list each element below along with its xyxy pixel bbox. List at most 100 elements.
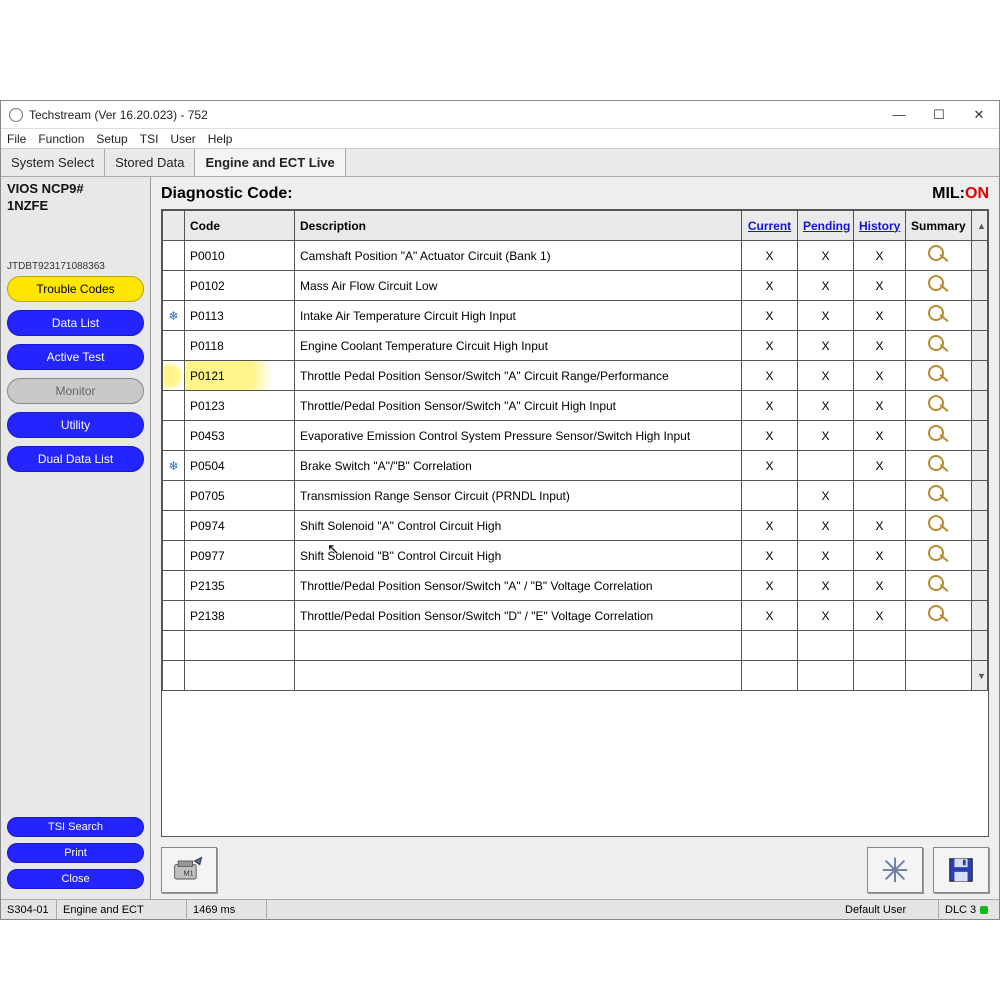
dtc-summary[interactable] bbox=[906, 361, 972, 391]
menu-tsi[interactable]: TSI bbox=[140, 132, 159, 146]
dtc-code: P0504 bbox=[185, 451, 295, 481]
dtc-summary[interactable] bbox=[906, 421, 972, 451]
dtc-description: Camshaft Position "A" Actuator Circuit (… bbox=[295, 241, 742, 271]
dtc-summary[interactable] bbox=[906, 451, 972, 481]
scroll-up-icon[interactable]: ▲ bbox=[972, 211, 988, 241]
table-row[interactable]: P2138Throttle/Pedal Position Sensor/Swit… bbox=[163, 601, 988, 631]
scrollbar-track[interactable] bbox=[972, 451, 988, 481]
table-row[interactable]: P0977Shift Solenoid "B" Control Circuit … bbox=[163, 541, 988, 571]
dtc-description: Shift Solenoid "A" Control Circuit High bbox=[295, 511, 742, 541]
maximize-button[interactable]: ☐ bbox=[919, 101, 959, 129]
scrollbar-track[interactable] bbox=[972, 481, 988, 511]
scroll-down-icon[interactable]: ▼ bbox=[972, 661, 988, 691]
table-row[interactable] bbox=[163, 631, 988, 661]
scrollbar-track[interactable] bbox=[972, 241, 988, 271]
dtc-current: X bbox=[742, 571, 798, 601]
minimize-button[interactable]: — bbox=[879, 101, 919, 129]
dtc-summary[interactable] bbox=[906, 511, 972, 541]
dtc-pending: X bbox=[798, 241, 854, 271]
freeze-frame-icon bbox=[163, 541, 185, 571]
dtc-summary[interactable] bbox=[906, 541, 972, 571]
dtc-code: P0977 bbox=[185, 541, 295, 571]
table-row[interactable]: ▼ bbox=[163, 661, 988, 691]
menu-user[interactable]: User bbox=[170, 132, 195, 146]
freeze-frame-icon bbox=[163, 361, 185, 391]
table-row[interactable]: ❄P0113Intake Air Temperature Circuit Hig… bbox=[163, 301, 988, 331]
diagnostic-title: Diagnostic Code: bbox=[161, 185, 293, 203]
menu-help[interactable]: Help bbox=[208, 132, 233, 146]
scrollbar-track[interactable] bbox=[972, 541, 988, 571]
table-row[interactable]: P0010Camshaft Position "A" Actuator Circ… bbox=[163, 241, 988, 271]
table-row[interactable]: P2135Throttle/Pedal Position Sensor/Swit… bbox=[163, 571, 988, 601]
dtc-summary[interactable] bbox=[906, 571, 972, 601]
nav-utility[interactable]: Utility bbox=[7, 412, 144, 438]
scrollbar-track[interactable] bbox=[972, 301, 988, 331]
sidebar-print-button[interactable]: Print bbox=[7, 843, 144, 863]
freeze-frame-icon bbox=[163, 391, 185, 421]
table-row[interactable]: P0118Engine Coolant Temperature Circuit … bbox=[163, 331, 988, 361]
menu-setup[interactable]: Setup bbox=[96, 132, 127, 146]
table-row[interactable]: P0121Throttle Pedal Position Sensor/Swit… bbox=[163, 361, 988, 391]
sidebar-close-button[interactable]: Close bbox=[7, 869, 144, 889]
dtc-summary[interactable] bbox=[906, 271, 972, 301]
tab-engine-ect-live[interactable]: Engine and ECT Live bbox=[195, 149, 345, 176]
table-row[interactable]: P0453Evaporative Emission Control System… bbox=[163, 421, 988, 451]
sidebar: VIOS NCP9# 1NZFE JTDBT923171088363 Troub… bbox=[1, 177, 151, 899]
dtc-current bbox=[742, 481, 798, 511]
tab-system-select[interactable]: System Select bbox=[1, 149, 105, 176]
dtc-code: P0705 bbox=[185, 481, 295, 511]
magnifier-icon bbox=[926, 514, 952, 534]
close-window-button[interactable]: ✕ bbox=[959, 101, 999, 129]
dtc-pending: X bbox=[798, 301, 854, 331]
magnifier-icon bbox=[926, 334, 952, 354]
nav-trouble-codes[interactable]: Trouble Codes bbox=[7, 276, 144, 302]
scrollbar-track[interactable] bbox=[972, 601, 988, 631]
menu-file[interactable]: File bbox=[7, 132, 26, 146]
magnifier-icon bbox=[926, 394, 952, 414]
snowflake-button[interactable] bbox=[867, 847, 923, 893]
nav-dual-data-list[interactable]: Dual Data List bbox=[7, 446, 144, 472]
nav-active-test[interactable]: Active Test bbox=[7, 344, 144, 370]
dtc-history: X bbox=[854, 421, 906, 451]
scrollbar-track[interactable] bbox=[972, 271, 988, 301]
table-row[interactable]: P0102Mass Air Flow Circuit LowXXX bbox=[163, 271, 988, 301]
statusbar: S304-01 Engine and ECT 1469 ms Default U… bbox=[1, 899, 999, 919]
dtc-summary[interactable] bbox=[906, 391, 972, 421]
table-row[interactable]: ❄P0504Brake Switch "A"/"B" CorrelationXX bbox=[163, 451, 988, 481]
col-pending[interactable]: Pending bbox=[798, 211, 854, 241]
dtc-history: X bbox=[854, 391, 906, 421]
vehicle-model: VIOS NCP9# bbox=[7, 181, 144, 198]
magnifier-icon bbox=[926, 574, 952, 594]
dtc-summary[interactable] bbox=[906, 241, 972, 271]
dtc-pending: X bbox=[798, 421, 854, 451]
col-history[interactable]: History bbox=[854, 211, 906, 241]
col-current[interactable]: Current bbox=[742, 211, 798, 241]
scrollbar-track[interactable] bbox=[972, 511, 988, 541]
scrollbar-track[interactable] bbox=[972, 421, 988, 451]
dtc-summary[interactable] bbox=[906, 301, 972, 331]
magnifier-icon bbox=[926, 454, 952, 474]
table-row[interactable]: P0123Throttle/Pedal Position Sensor/Swit… bbox=[163, 391, 988, 421]
status-ms: 1469 ms bbox=[187, 900, 267, 919]
tab-stored-data[interactable]: Stored Data bbox=[105, 149, 195, 176]
dtc-current: X bbox=[742, 361, 798, 391]
dtc-history: X bbox=[854, 571, 906, 601]
dtc-summary[interactable] bbox=[906, 601, 972, 631]
scrollbar-track[interactable] bbox=[972, 631, 988, 661]
menu-function[interactable]: Function bbox=[38, 132, 84, 146]
dtc-summary[interactable] bbox=[906, 481, 972, 511]
save-button[interactable] bbox=[933, 847, 989, 893]
dtc-current: X bbox=[742, 421, 798, 451]
sidebar-tsi-search-button[interactable]: TSI Search bbox=[7, 817, 144, 837]
table-row[interactable]: P0974Shift Solenoid "A" Control Circuit … bbox=[163, 511, 988, 541]
scrollbar-track[interactable] bbox=[972, 391, 988, 421]
table-row[interactable]: P0705Transmission Range Sensor Circuit (… bbox=[163, 481, 988, 511]
scrollbar-track[interactable] bbox=[972, 361, 988, 391]
nav-data-list[interactable]: Data List bbox=[7, 310, 144, 336]
scrollbar-track[interactable] bbox=[972, 331, 988, 361]
scrollbar-track[interactable] bbox=[972, 571, 988, 601]
dtc-summary[interactable] bbox=[906, 331, 972, 361]
dtc-history bbox=[854, 661, 906, 691]
dtc-code: P0113 bbox=[185, 301, 295, 331]
clear-dtc-button[interactable]: M1 bbox=[161, 847, 217, 893]
